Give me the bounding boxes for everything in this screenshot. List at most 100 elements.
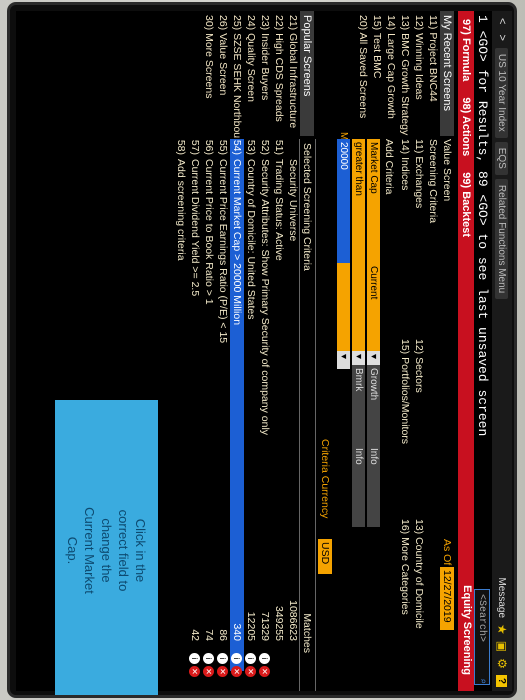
criteria-number: 54) [231, 139, 243, 155]
criteria-row[interactable]: 51) Trading Status: Active 349255 [272, 139, 286, 671]
info-button-2[interactable]: Info [352, 445, 365, 527]
breadcrumb-index[interactable]: US 10 Year Index [495, 47, 509, 138]
criteria-row[interactable]: 56) Current Price to Book Ratio > 1 74 i… [202, 139, 216, 677]
recent-item[interactable]: 11) Project BNC44 [426, 11, 440, 136]
delete-icon[interactable]: ✕ [259, 666, 270, 677]
all-saved-screens[interactable]: 20) All Saved Screens [356, 11, 370, 136]
currency-field[interactable]: USD [318, 539, 332, 574]
add-screening-criteria[interactable]: 58) Add screening criteria [174, 139, 188, 671]
recent-item[interactable]: 15) Test BMC [370, 11, 384, 136]
back-button[interactable]: < [496, 15, 508, 27]
row-actions: i✕ [203, 651, 215, 677]
popular-heading: Popular Screens [300, 11, 314, 136]
info-icon[interactable]: i [245, 653, 256, 664]
delete-icon[interactable]: ✕ [217, 666, 228, 677]
criteria-label: Country of Domicile: United States [245, 159, 257, 320]
value-screen-title: Value Screen [441, 139, 453, 202]
info-button[interactable]: Info [367, 445, 380, 527]
recent-item[interactable]: 12) Winning Ideas [412, 11, 426, 136]
value-dropdown-icon[interactable]: ▾ [337, 351, 350, 369]
criteria-row-selected[interactable]: 54) Current Market Cap > 20000 Million 3… [230, 139, 244, 677]
info-icon[interactable]: i [217, 653, 228, 664]
selected-criteria-title: Selected Screening Criteria [301, 143, 314, 271]
as-of-label: As Of [441, 539, 453, 566]
popular-item[interactable]: 24) Quality Screen [244, 11, 258, 136]
formula-menu[interactable]: 97) Formula [460, 11, 472, 89]
forward-button[interactable]: > [496, 31, 508, 43]
popular-item[interactable]: 25) SZSE SEHK Northbou.. [230, 11, 244, 144]
delete-icon[interactable]: ✕ [189, 666, 200, 677]
left-column: My Recent Screens 11) Project BNC44 12) … [16, 11, 456, 144]
criteria-count: 42 [189, 629, 201, 641]
market-cap-field[interactable]: Market Cap [367, 139, 380, 265]
popular-item[interactable]: 21) Global Infrastructure [286, 11, 300, 136]
criteria-row[interactable]: 52) Security Attributes: Show Primary Se… [258, 139, 272, 677]
info-icon[interactable]: i [189, 653, 200, 664]
criteria-row[interactable]: 53) Country of Domicile: United States 1… [244, 139, 258, 677]
info-icon[interactable]: i [203, 653, 214, 664]
criteria-number: 57) [189, 139, 201, 155]
more-categories-button[interactable]: 16) More Categories [398, 519, 412, 615]
info-icon[interactable]: i [231, 653, 242, 664]
criteria-number: 56) [203, 139, 215, 155]
operator-field[interactable]: greater than [352, 139, 365, 265]
criteria-label: Trading Status: Active [273, 159, 285, 261]
message-area: Message ★ ▣ ⚙ ? [495, 577, 509, 687]
tooltip-text: Click in the correct field to change the… [65, 506, 148, 594]
bmrk-label: Bmrk [353, 368, 364, 392]
bmrk-button[interactable]: Bmrk [352, 365, 365, 447]
value-input[interactable]: 20000 [337, 139, 350, 265]
info-icon[interactable]: i [259, 653, 270, 664]
popular-item[interactable]: 23) Insider Buyers [258, 11, 272, 136]
criteria-label: Current Market Cap > 20000 Million [231, 159, 243, 326]
window-icon[interactable]: ▣ [495, 641, 509, 652]
command-line[interactable]: 1 <GO> for Results, 89 <GO> to see last … [474, 11, 492, 691]
gear-icon[interactable]: ⚙ [495, 658, 509, 669]
related-functions-menu[interactable]: Related Functions Menu [495, 178, 509, 300]
criteria-count: 74 [203, 629, 215, 641]
recent-item[interactable]: 13) BMC Growth Strategy [398, 11, 412, 136]
more-screens[interactable]: 30) More Screens [202, 11, 216, 136]
as-of-date-field[interactable]: 12/27/2019 [440, 567, 454, 630]
row-actions: i✕ [189, 651, 201, 677]
criteria-number: 53) [245, 139, 257, 155]
row-actions: i✕ [259, 651, 271, 677]
page-title: Equity Screening [461, 585, 473, 675]
popular-item[interactable]: 22) High CDS Spreads [272, 11, 286, 136]
terminal-screen: < > US 10 Year Index EQS Related Functio… [10, 5, 514, 695]
growth-field[interactable]: Growth [367, 365, 380, 447]
portfolios-button[interactable]: 15) Portfolios/Monitors [398, 339, 412, 444]
search-placeholder: <Search> [476, 594, 488, 643]
criteria-row[interactable]: 55) Current Price Earnings Ratio (P/E) <… [216, 139, 230, 677]
recent-item[interactable]: 14) Large Cap Growth [384, 11, 398, 136]
criteria-label: Current Dividend Yield >= 2.5 [189, 159, 201, 297]
sectors-button[interactable]: 12) Sectors [412, 339, 426, 393]
criteria-count: 1086623 [287, 600, 299, 641]
breadcrumb-eqs[interactable]: EQS [495, 141, 509, 175]
criteria-number: 58) [175, 139, 187, 155]
criteria-row[interactable]: 57) Current Dividend Yield >= 2.5 42 i✕ [188, 139, 202, 677]
criteria-count: 349255 [273, 605, 285, 641]
actions-menu[interactable]: 98) Actions [460, 89, 472, 164]
exchanges-button[interactable]: 11) Exchanges [412, 139, 426, 208]
criteria-count: 340 [231, 623, 243, 641]
criteria-row[interactable]: Security Universe 1086623 [286, 139, 300, 671]
search-input[interactable]: <Search> ⌕ [474, 589, 490, 685]
nav-bar: < > US 10 Year Index EQS Related Functio… [492, 11, 512, 691]
message-label[interactable]: Message [497, 577, 508, 618]
indices-button[interactable]: 14) Indices [398, 139, 412, 190]
selected-criteria-header: Selected Screening Criteria Matches [299, 139, 316, 691]
delete-icon[interactable]: ✕ [231, 666, 242, 677]
row-actions: i✕ [231, 651, 243, 677]
current-field[interactable]: Current [367, 263, 380, 355]
popular-item[interactable]: 26) Value Screen [216, 11, 230, 136]
help-button[interactable]: ? [496, 674, 508, 687]
screening-criteria-label: Screening Criteria [427, 139, 439, 224]
criteria-count: 86 [217, 629, 229, 641]
delete-icon[interactable]: ✕ [245, 666, 256, 677]
delete-icon[interactable]: ✕ [203, 666, 214, 677]
star-icon[interactable]: ★ [495, 624, 509, 635]
value-spacer [337, 263, 350, 355]
backtest-button[interactable]: 99) Backtest [460, 164, 472, 245]
country-button[interactable]: 13) Country of Domicile [412, 519, 426, 629]
